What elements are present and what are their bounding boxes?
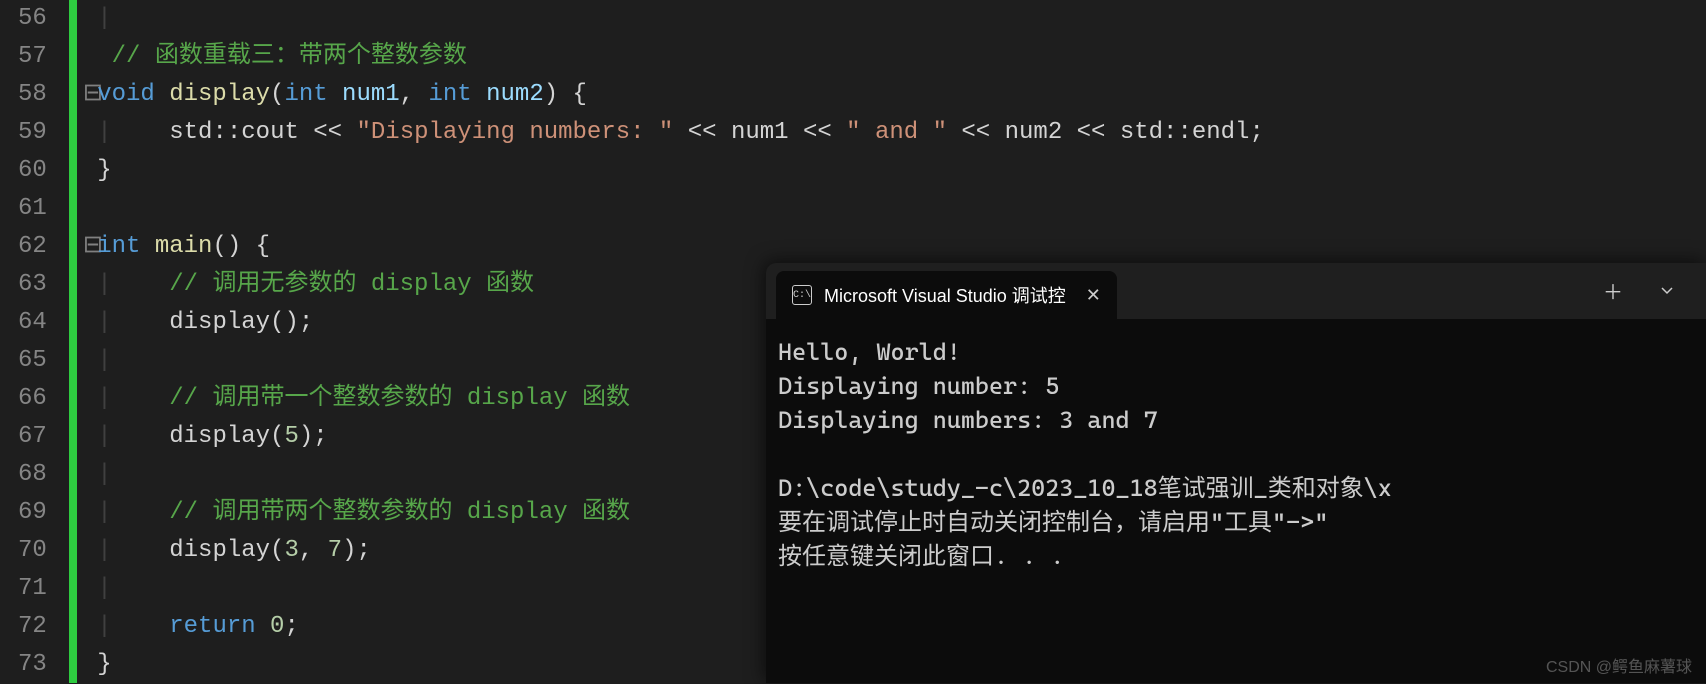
tab-dropdown-button[interactable] bbox=[1644, 272, 1690, 310]
console-tab-title: Microsoft Visual Studio 调试控 bbox=[824, 282, 1066, 308]
close-icon[interactable]: ✕ bbox=[1086, 285, 1101, 306]
line-number: 64 bbox=[18, 304, 47, 342]
line-number: 66 bbox=[18, 380, 47, 418]
line-number: 69 bbox=[18, 494, 47, 532]
tab-actions: ＋ bbox=[1590, 272, 1706, 310]
console-tab[interactable]: C:\ Microsoft Visual Studio 调试控 ✕ bbox=[776, 271, 1117, 319]
line-number: 62 bbox=[18, 228, 47, 266]
line-number: 60 bbox=[18, 152, 47, 190]
console-titlebar: C:\ Microsoft Visual Studio 调试控 ✕ ＋ bbox=[766, 263, 1706, 319]
line-number: 70 bbox=[18, 532, 47, 570]
line-number: 61 bbox=[18, 190, 47, 228]
chevron-down-icon bbox=[1660, 284, 1674, 298]
line-number: 63 bbox=[18, 266, 47, 304]
change-indicator-bar bbox=[69, 0, 77, 683]
line-number: 65 bbox=[18, 342, 47, 380]
terminal-icon: C:\ bbox=[792, 285, 812, 305]
line-number: 67 bbox=[18, 418, 47, 456]
line-number-gutter: 565758596061626364656667686970717273 bbox=[0, 0, 69, 683]
line-number: 72 bbox=[18, 608, 47, 646]
line-number: 59 bbox=[18, 114, 47, 152]
console-output[interactable]: Hello, World! Displaying number: 5 Displ… bbox=[766, 319, 1706, 589]
line-number: 56 bbox=[18, 0, 47, 38]
new-tab-button[interactable]: ＋ bbox=[1590, 272, 1636, 310]
watermark: CSDN @鳄鱼麻薯球 bbox=[1546, 653, 1692, 677]
line-number: 68 bbox=[18, 456, 47, 494]
line-number: 57 bbox=[18, 38, 47, 76]
console-window: C:\ Microsoft Visual Studio 调试控 ✕ ＋ Hell… bbox=[766, 263, 1706, 683]
line-number: 73 bbox=[18, 646, 47, 684]
line-number: 71 bbox=[18, 570, 47, 608]
line-number: 58 bbox=[18, 76, 47, 114]
